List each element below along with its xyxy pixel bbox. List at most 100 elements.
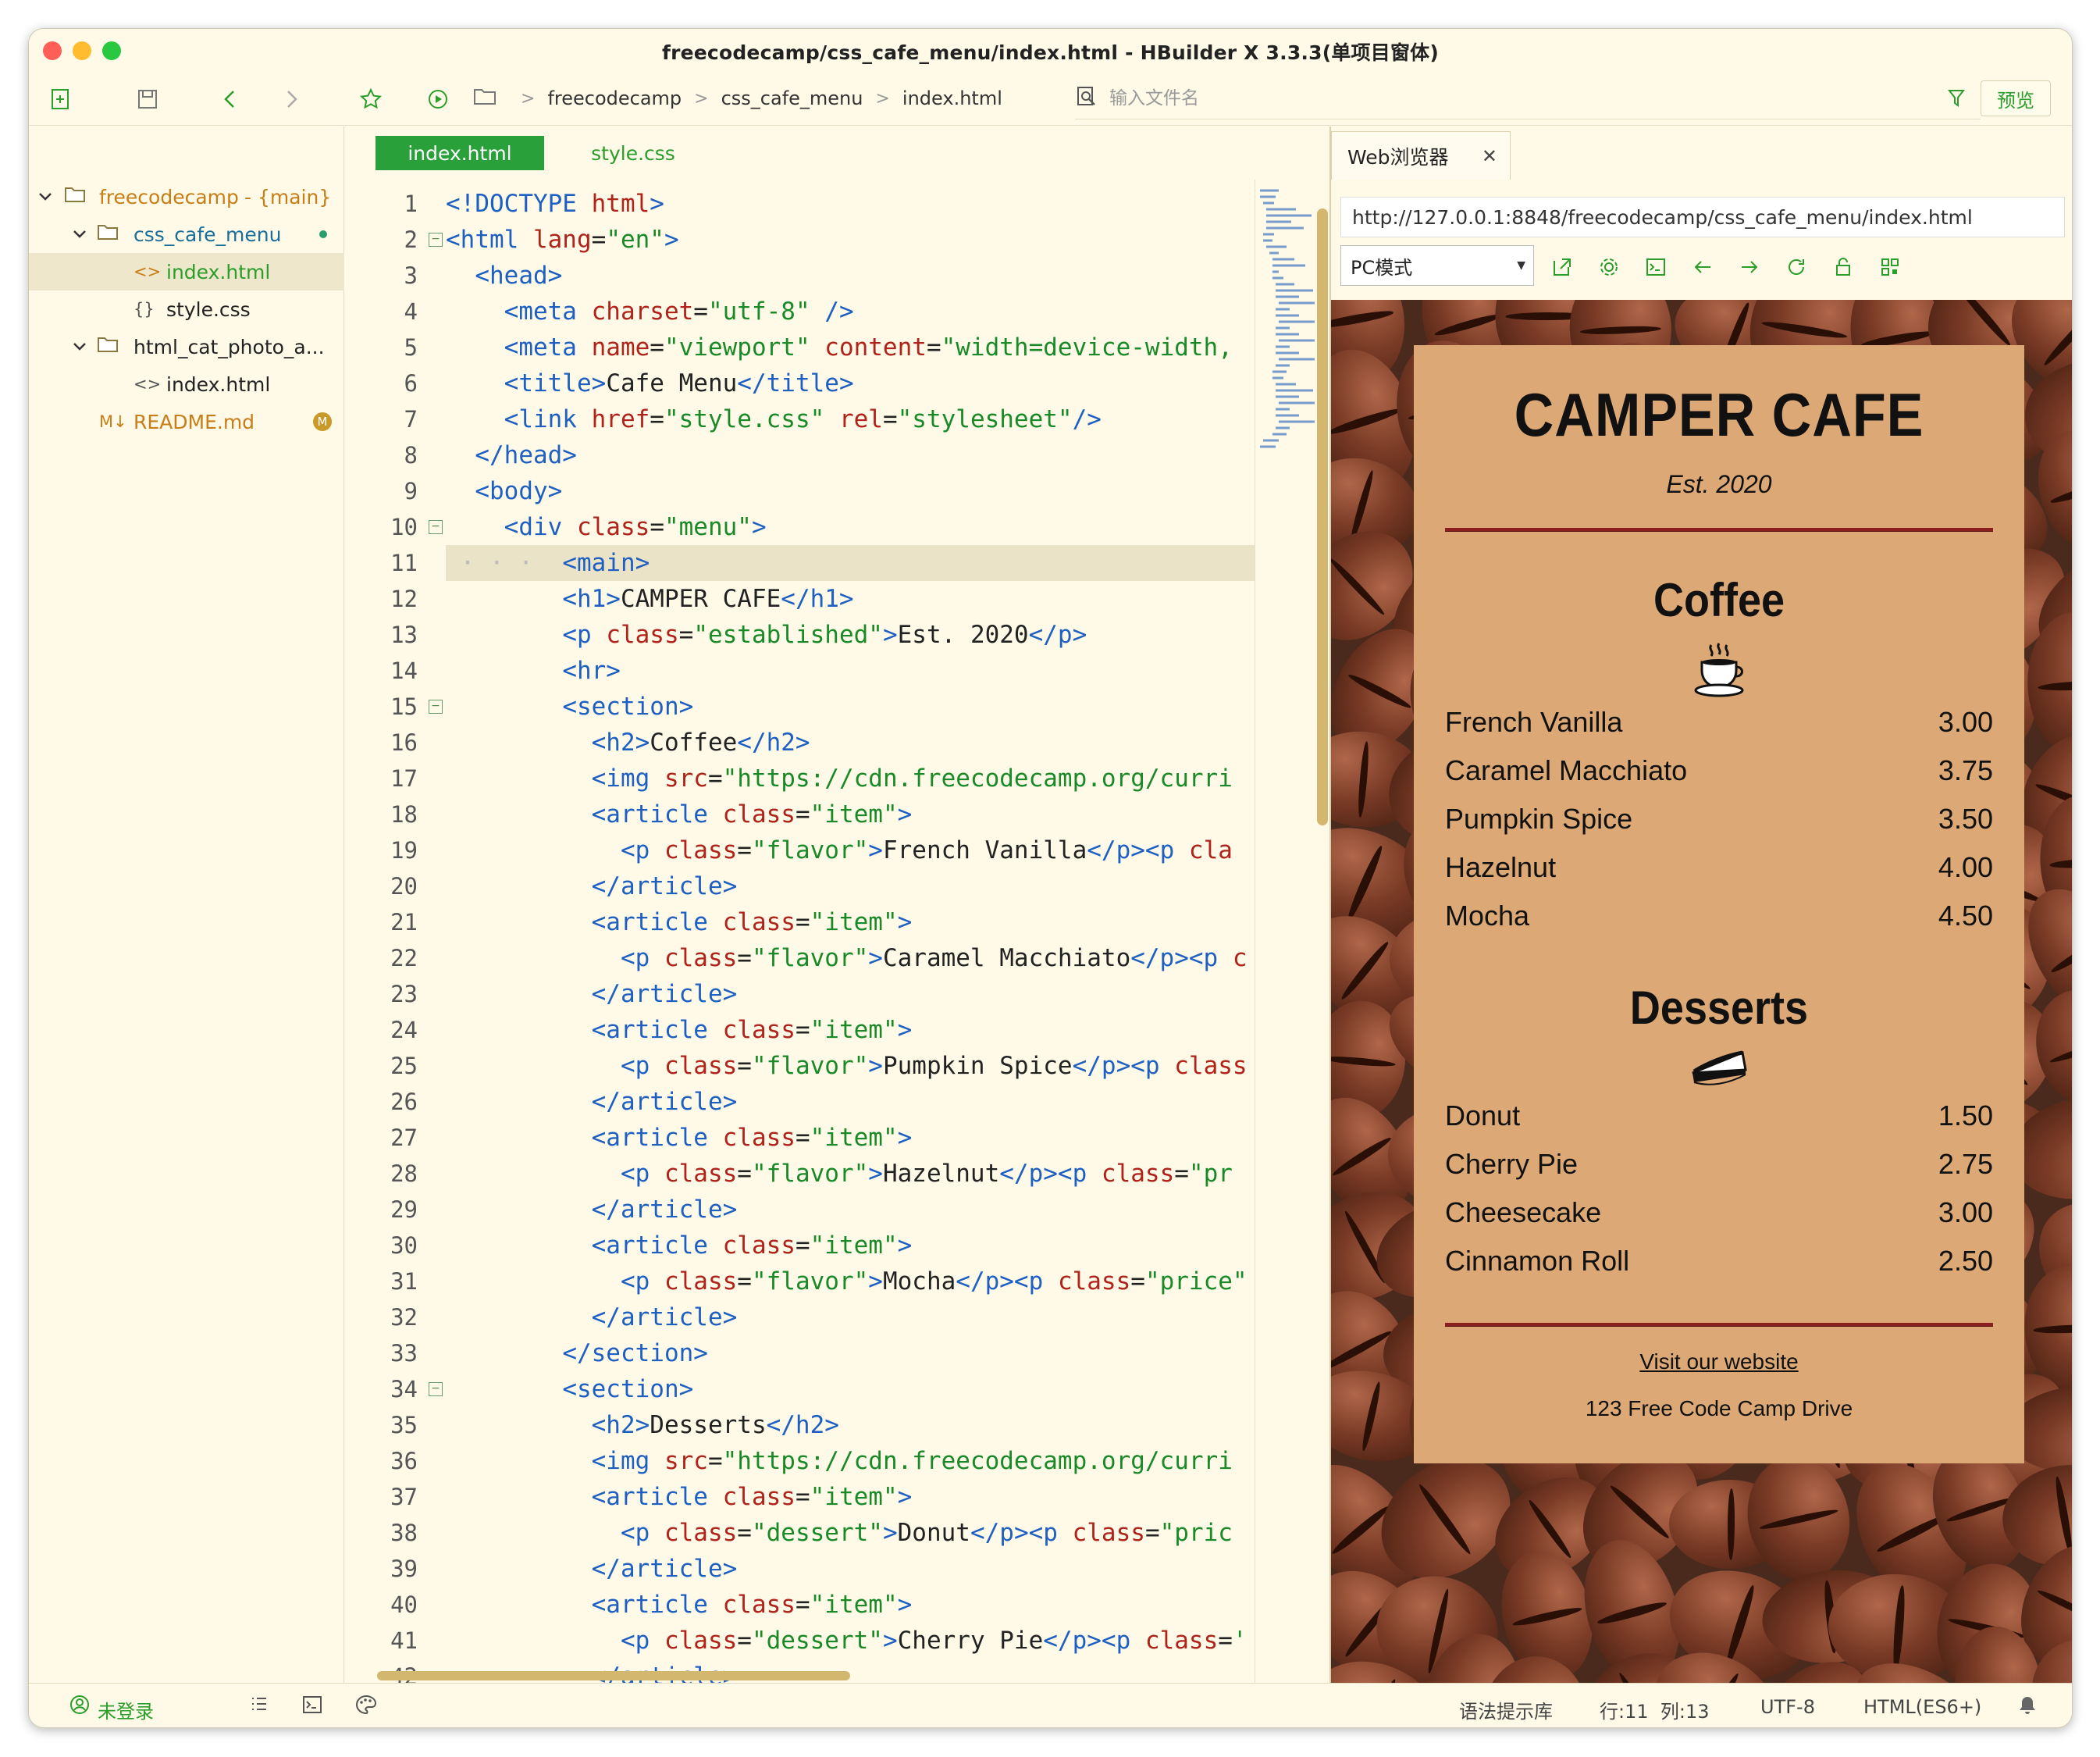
code-line[interactable]: </article> [446, 1551, 738, 1587]
user-icon[interactable] [69, 1695, 90, 1720]
tree-item-readme[interactable]: M↓ README.md M [29, 403, 344, 440]
star-icon[interactable] [351, 73, 391, 126]
code-line[interactable]: <article class="item"> [446, 797, 913, 832]
code-line[interactable]: <hr> [446, 653, 621, 689]
code-line[interactable]: <title>Cafe Menu</title> [446, 365, 854, 401]
minimize-window-button[interactable] [73, 41, 91, 60]
code-line[interactable]: <article class="item"> [446, 1228, 913, 1263]
preview-button[interactable]: 预览 [1981, 80, 2051, 116]
url-bar[interactable]: http://127.0.0.1:8848/freecodecamp/css_c… [1340, 197, 2065, 237]
file-encoding[interactable]: UTF-8 [1760, 1696, 1815, 1718]
palette-icon[interactable] [355, 1695, 377, 1720]
editor-scrollbar-thumb[interactable] [1317, 208, 1328, 825]
fold-toggle-icon[interactable]: − [429, 1382, 443, 1396]
lock-icon[interactable] [1828, 251, 1859, 283]
browser-viewport[interactable]: CAMPER CAFE Est. 2020 Coffee French Vani… [1331, 300, 2072, 1683]
outline-icon[interactable] [249, 1695, 269, 1720]
tree-item-index-html[interactable]: <> index.html [29, 253, 344, 290]
code-line[interactable]: <h1>CAMPER CAFE</h1> [446, 581, 853, 617]
code-line[interactable]: <img src="https://cdn.freecodecamp.org/c… [446, 761, 1233, 797]
login-status[interactable]: 未登录 [98, 1696, 154, 1723]
code-line[interactable]: <meta charset="utf-8" /> [446, 294, 854, 330]
code-line[interactable]: <html lang="en"> [446, 222, 679, 258]
code-line[interactable]: <article class="item"> [446, 1120, 913, 1156]
chevron-down-icon[interactable] [37, 188, 54, 205]
code-line[interactable]: </article> [446, 868, 738, 904]
syntax-library[interactable]: 语法提示库 [1459, 1696, 1553, 1723]
bell-icon[interactable] [2018, 1695, 2037, 1720]
terminal-icon[interactable] [302, 1695, 322, 1720]
close-window-button[interactable] [43, 41, 62, 60]
fold-toggle-icon[interactable]: − [429, 700, 443, 714]
code-line[interactable]: <div class="menu"> [446, 509, 767, 545]
code-line-current[interactable]: · · · <main> [446, 545, 1255, 581]
arrow-right-icon[interactable] [1734, 251, 1765, 283]
code-line[interactable]: <h2>Desserts</h2> [446, 1407, 839, 1443]
filter-icon[interactable] [1947, 88, 1966, 112]
device-mode-select[interactable]: PC模式 ▼ [1340, 245, 1534, 286]
code-line[interactable]: <section> [446, 689, 693, 725]
tab-web-browser[interactable]: Web浏览器 ✕ [1331, 131, 1511, 180]
save-icon[interactable] [127, 73, 168, 126]
code-line[interactable]: <head> [446, 258, 562, 294]
back-icon[interactable] [210, 73, 251, 126]
new-file-icon[interactable] [40, 73, 80, 126]
code-line[interactable]: <article class="item"> [446, 1012, 913, 1048]
code-line[interactable]: <p class="flavor">French Vanilla</p><p c… [446, 832, 1233, 868]
code-line[interactable]: </article> [446, 1084, 738, 1120]
breadcrumb-item[interactable]: freecodecamp [547, 87, 682, 109]
tab-style-css[interactable]: style.css [571, 136, 696, 170]
code-line[interactable]: <h2>Coffee</h2> [446, 725, 810, 761]
code-line[interactable]: </head> [446, 437, 577, 473]
tree-item-style-css[interactable]: {} style.css [29, 290, 344, 328]
code-line[interactable]: <img src="https://cdn.freecodecamp.org/c… [446, 1443, 1233, 1479]
close-tab-icon[interactable]: ✕ [1482, 145, 1497, 167]
fold-toggle-icon[interactable]: − [429, 233, 443, 247]
open-external-icon[interactable] [1547, 251, 1578, 283]
code-line[interactable]: <p class="flavor">Caramel Macchiato</p><… [446, 940, 1248, 976]
chevron-down-icon[interactable] [71, 226, 88, 243]
code-minimap[interactable] [1255, 180, 1317, 1683]
code-line[interactable]: <body> [446, 473, 562, 509]
code-line[interactable]: <link href="style.css" rel="stylesheet"/… [446, 401, 1102, 437]
code-line[interactable]: <p class="established">Est. 2020</p> [446, 617, 1087, 653]
breadcrumb-item[interactable]: index.html [902, 87, 1002, 109]
settings-gear-icon[interactable] [1593, 251, 1625, 283]
tab-index-html[interactable]: index.html [376, 136, 544, 170]
qr-code-icon[interactable] [1874, 251, 1906, 283]
chevron-down-icon[interactable] [71, 338, 88, 355]
code-line[interactable]: <p class="flavor">Mocha</p><p class="pri… [446, 1263, 1248, 1299]
arrow-left-icon[interactable] [1687, 251, 1718, 283]
run-icon[interactable] [418, 73, 458, 126]
code-line[interactable]: <p class="dessert">Donut</p><p class="pr… [446, 1515, 1233, 1551]
code-line[interactable]: <article class="item"> [446, 904, 913, 940]
code-line[interactable]: <meta name="viewport" content="width=dev… [446, 330, 1233, 365]
code-line[interactable]: </article> [446, 1299, 738, 1335]
breadcrumb-item[interactable]: css_cafe_menu [721, 87, 863, 109]
file-search-input[interactable] [1109, 87, 1890, 109]
visit-website-link[interactable]: Visit our website [1414, 1349, 2024, 1374]
code-line[interactable]: <!DOCTYPE html> [446, 186, 664, 222]
code-editor[interactable]: <!DOCTYPE html> <html lang="en"> <head> <… [446, 180, 1255, 1683]
code-line[interactable]: </article> [446, 976, 738, 1012]
console-icon[interactable] [1640, 251, 1671, 283]
code-line[interactable]: </article> [446, 1192, 738, 1228]
tree-item-freecodecamp[interactable]: freecodecamp - {main} [29, 178, 344, 216]
code-line[interactable]: <p class="dessert">Cherry Pie</p><p clas… [446, 1623, 1248, 1659]
cursor-position[interactable]: 行:11 列:13 [1600, 1696, 1710, 1723]
code-line[interactable]: <p class="flavor">Hazelnut</p><p class="… [446, 1156, 1233, 1192]
code-line[interactable]: </section> [446, 1335, 708, 1371]
tree-item-html-cat-photo[interactable]: html_cat_photo_a... [29, 328, 344, 365]
code-line[interactable]: <section> [446, 1371, 693, 1407]
editor-horizontal-scrollbar[interactable] [377, 1671, 850, 1680]
code-line[interactable]: <article class="item"> [446, 1587, 913, 1623]
tree-item-css-cafe-menu[interactable]: css_cafe_menu [29, 216, 344, 253]
code-line[interactable]: <article class="item"> [446, 1479, 913, 1515]
language-mode[interactable]: HTML(ES6+) [1863, 1696, 1981, 1718]
forward-icon[interactable] [271, 73, 311, 126]
zoom-window-button[interactable] [102, 41, 121, 60]
fold-toggle-icon[interactable]: − [429, 520, 443, 534]
tree-item-index-html-2[interactable]: <> index.html [29, 365, 344, 403]
refresh-icon[interactable] [1781, 251, 1812, 283]
code-line[interactable]: <p class="flavor">Pumpkin Spice</p><p cl… [446, 1048, 1248, 1084]
